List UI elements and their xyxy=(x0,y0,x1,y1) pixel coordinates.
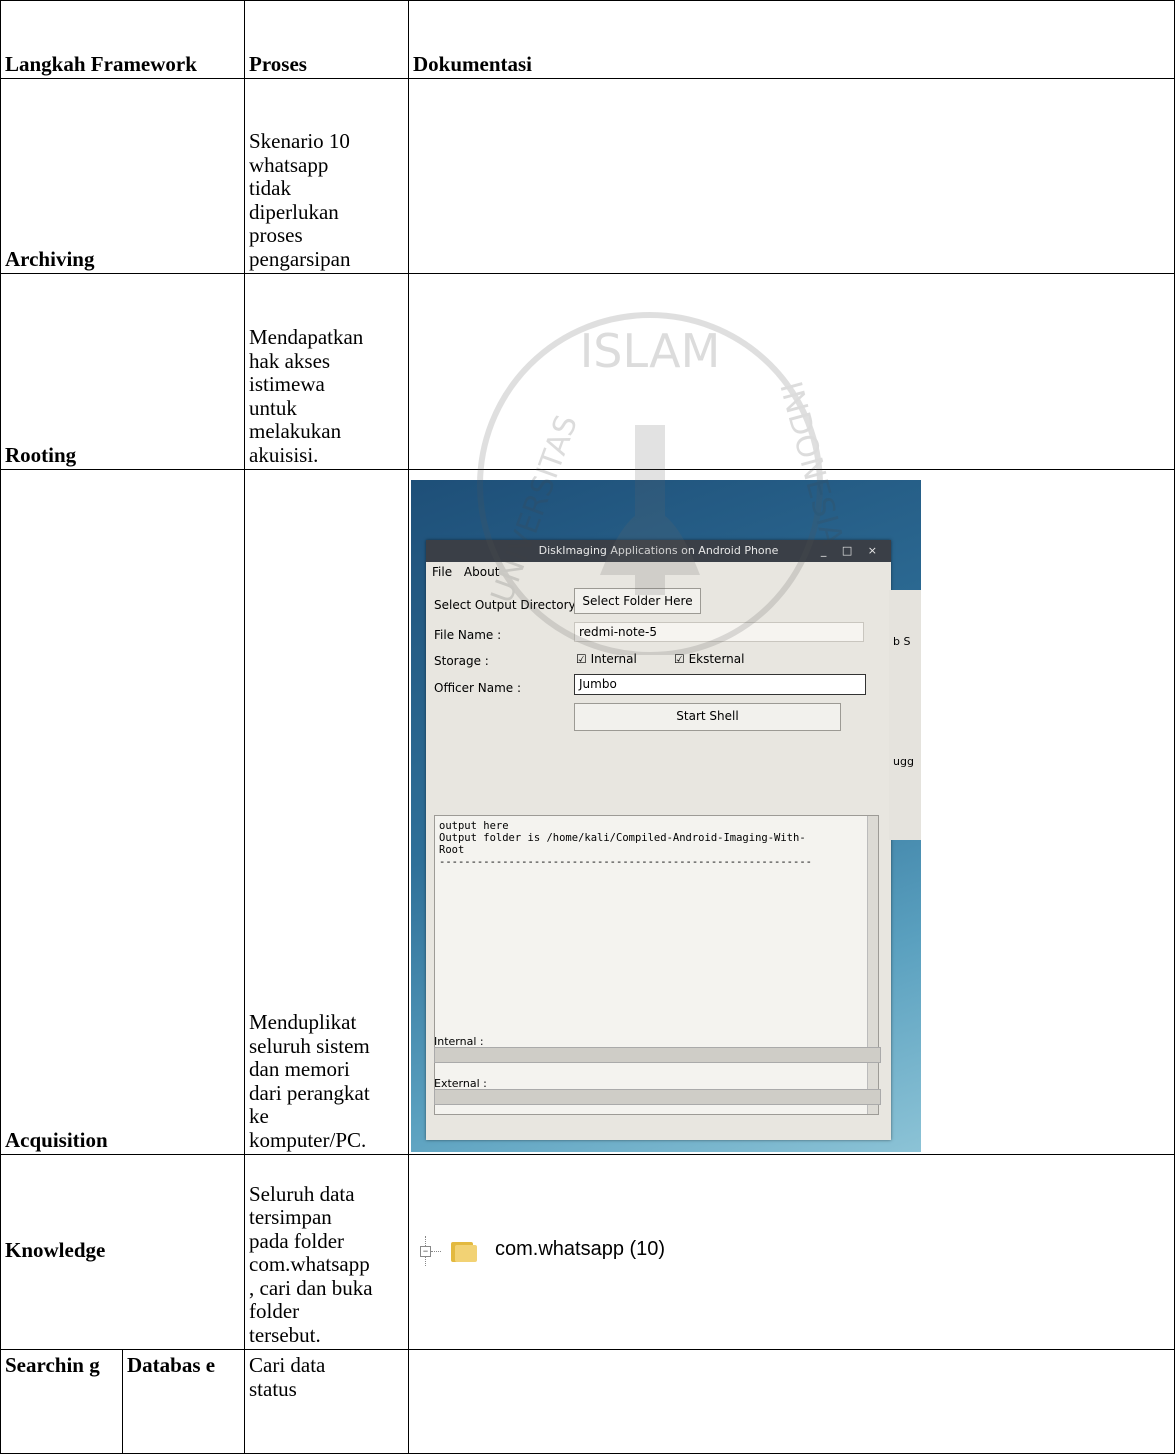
window-title: DiskImaging Applications on Android Phon… xyxy=(538,544,779,557)
acquisition-screenshot: DiskImaging Applications on Android Phon… xyxy=(411,480,921,1152)
table-row: Archiving Skenario 10 whatsapp tidak dip… xyxy=(0,78,1175,274)
output-text: output here Output folder is /home/kali/… xyxy=(439,820,812,868)
output-scrollbar[interactable] xyxy=(867,816,878,1114)
process-archiving: Skenario 10 whatsapp tidak diperlukan pr… xyxy=(244,78,409,274)
file-name-label: File Name : xyxy=(434,628,502,642)
internal-progress-bar xyxy=(434,1047,881,1063)
window-titlebar: DiskImaging Applications on Android Phon… xyxy=(426,540,891,562)
process-knowledge: Seluruh data tersimpan pada folder com.w… xyxy=(244,1154,409,1350)
header-proses: Proses xyxy=(244,0,409,79)
menu-file[interactable]: File xyxy=(432,565,452,579)
framework-table: Langkah Framework Proses Dokumentasi Arc… xyxy=(0,0,1175,1454)
step-knowledge: Knowledge xyxy=(0,1154,245,1350)
select-output-label: Select Output Directory xyxy=(434,598,576,612)
folder-icon xyxy=(451,1240,477,1262)
select-folder-button[interactable]: Select Folder Here xyxy=(574,588,701,614)
window-controls-icon[interactable]: _ □ × xyxy=(821,540,883,562)
folder-label[interactable]: com.whatsapp (10) xyxy=(495,1238,665,1264)
menu-bar: File About xyxy=(426,562,891,582)
tree-expander-icon[interactable]: − xyxy=(419,1236,441,1266)
menu-about[interactable]: About xyxy=(464,565,499,579)
header-dokumentasi: Dokumentasi xyxy=(408,0,1175,79)
officer-name-label: Officer Name : xyxy=(434,681,522,695)
external-progress-bar xyxy=(434,1089,881,1105)
step-archiving: Archiving xyxy=(0,78,245,274)
doc-acquisition: DiskImaging Applications on Android Phon… xyxy=(408,469,1175,1155)
officer-name-input[interactable]: Jumbo xyxy=(574,674,866,695)
start-shell-button[interactable]: Start Shell xyxy=(574,703,841,731)
doc-searching xyxy=(408,1349,1175,1454)
table-row: Rooting Mendapatkan hak akses istimewa u… xyxy=(0,273,1175,470)
doc-archiving xyxy=(408,78,1175,274)
file-name-input[interactable]: redmi-note-5 xyxy=(574,622,864,642)
internal-checkbox[interactable]: ☑ Internal xyxy=(576,648,637,672)
step-rooting: Rooting xyxy=(0,273,245,470)
header-row: Langkah Framework Proses Dokumentasi xyxy=(0,0,1175,79)
step-acquisition: Acquisition xyxy=(0,469,245,1155)
table-row: Knowledge Seluruh data tersimpan pada fo… xyxy=(0,1154,1175,1350)
table-row: Acquisition Menduplikat seluruh sistem d… xyxy=(0,469,1175,1155)
background-window: b S ugg xyxy=(889,590,921,840)
output-textarea[interactable]: output here Output folder is /home/kali/… xyxy=(434,815,879,1115)
process-acquisition: Menduplikat seluruh sistem dan memori da… xyxy=(244,469,409,1155)
external-checkbox[interactable]: ☑ Eksternal xyxy=(674,648,744,672)
doc-knowledge: − com.whatsapp (10) xyxy=(408,1154,1175,1350)
disk-imaging-window: DiskImaging Applications on Android Phon… xyxy=(426,540,891,1140)
step-searching: Searchin g xyxy=(0,1349,123,1454)
storage-label: Storage : xyxy=(434,654,489,668)
background-window-text: b S xyxy=(893,635,911,648)
doc-rooting xyxy=(408,273,1175,470)
folder-tree-node[interactable]: − com.whatsapp (10) xyxy=(419,1229,1170,1273)
process-rooting: Mendapatkan hak akses istimewa untuk mel… xyxy=(244,273,409,470)
process-searching: Cari data status xyxy=(244,1349,409,1454)
table-row: Searchin g Databas e Cari data status xyxy=(0,1349,1175,1454)
background-window-text: ugg xyxy=(893,755,914,768)
header-langkah: Langkah Framework xyxy=(0,0,245,79)
substep-database: Databas e xyxy=(122,1349,245,1454)
